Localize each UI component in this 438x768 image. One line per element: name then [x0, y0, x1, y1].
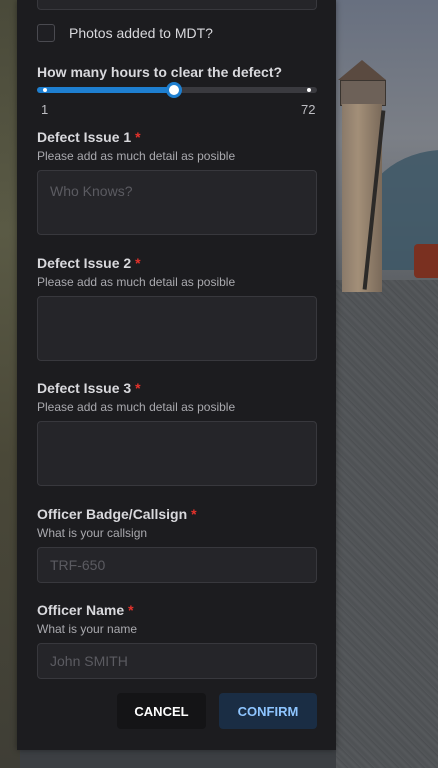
- officer-callsign-label: Officer Badge/Callsign *: [37, 506, 317, 523]
- defect-issue-3-textarea[interactable]: [37, 421, 317, 486]
- slider-thumb[interactable]: [166, 82, 182, 98]
- officer-name-label: Officer Name *: [37, 602, 317, 619]
- defect-issue-2-help: Please add as much detail as posible: [37, 275, 236, 289]
- required-marker: *: [128, 602, 134, 618]
- photos-checkbox[interactable]: [37, 24, 55, 42]
- required-marker: *: [135, 255, 141, 271]
- officer-name-help: What is your name: [37, 622, 138, 636]
- officer-callsign-label-text: Officer Badge/Callsign: [37, 506, 188, 522]
- background-barrel: [414, 244, 438, 278]
- officer-callsign-help: What is your callsign: [37, 526, 148, 540]
- watchtower-roof: [338, 60, 386, 80]
- required-marker: *: [135, 129, 141, 145]
- defect-issue-1-label-text: Defect Issue 1: [37, 129, 132, 145]
- hours-slider-label: How many hours to clear the defect?: [37, 64, 283, 80]
- defect-issue-3-field: Defect Issue 3 * Please add as much detai…: [37, 380, 317, 491]
- defect-issue-3-label: Defect Issue 3 *: [37, 380, 317, 397]
- background-watchtower: [338, 60, 386, 292]
- required-marker: *: [191, 506, 197, 522]
- defect-issue-1-help: Please add as much detail as posible: [37, 149, 236, 163]
- slider-start-dot: [43, 88, 47, 92]
- previous-input-field[interactable]: [37, 0, 317, 10]
- defect-issue-2-label: Defect Issue 2 *: [37, 255, 317, 272]
- officer-callsign-input[interactable]: [37, 547, 317, 583]
- defect-issue-2-field: Defect Issue 2 * Please add as much detai…: [37, 255, 317, 366]
- cancel-button[interactable]: CANCEL: [117, 693, 206, 729]
- watchtower-cab: [340, 80, 386, 106]
- officer-callsign-field: Officer Badge/Callsign * What is your cal…: [37, 506, 317, 583]
- slider-min-label: 1: [41, 102, 49, 117]
- photos-checkbox-row[interactable]: Photos added to MDT?: [37, 24, 213, 42]
- defect-issue-1-textarea[interactable]: [37, 170, 317, 235]
- officer-name-input[interactable]: [37, 643, 317, 679]
- defect-form-panel: Photos added to MDT? How many hours to c…: [17, 0, 336, 750]
- officer-name-field: Officer Name * What is your name: [37, 602, 317, 679]
- defect-issue-3-label-text: Defect Issue 3: [37, 380, 132, 396]
- slider-fill: [37, 87, 174, 93]
- photos-checkbox-label: Photos added to MDT?: [69, 25, 213, 41]
- slider-max-label: 72: [301, 102, 316, 117]
- hours-slider[interactable]: [37, 82, 317, 98]
- slider-end-dot: [307, 88, 311, 92]
- defect-issue-1-field: Defect Issue 1 * Please add as much detai…: [37, 129, 317, 240]
- required-marker: *: [135, 380, 141, 396]
- defect-issue-1-label: Defect Issue 1 *: [37, 129, 317, 146]
- background-ground: [336, 280, 438, 768]
- defect-issue-3-help: Please add as much detail as posible: [37, 400, 236, 414]
- confirm-button[interactable]: CONFIRM: [219, 693, 317, 729]
- defect-issue-2-textarea[interactable]: [37, 296, 317, 361]
- officer-name-label-text: Officer Name: [37, 602, 125, 618]
- defect-issue-2-label-text: Defect Issue 2: [37, 255, 132, 271]
